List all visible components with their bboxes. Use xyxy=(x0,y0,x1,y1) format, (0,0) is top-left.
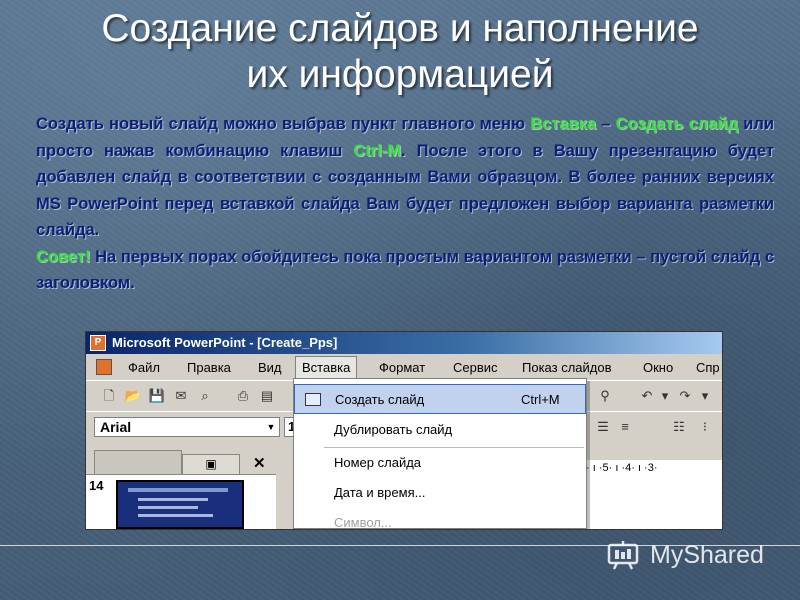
undo-dropdown-icon[interactable]: ▾ xyxy=(656,388,674,404)
tab-slides[interactable]: ▣ xyxy=(182,454,240,474)
redo-dropdown-icon[interactable]: ▾ xyxy=(696,388,714,404)
watermark-text: MyShared xyxy=(650,541,764,569)
menu-item-duplicate-slide[interactable]: Дублировать слайд xyxy=(294,415,586,445)
body-paragraph-1: Создать новый слайд можно выбрав пункт г… xyxy=(36,111,774,244)
powerpoint-app-icon: P xyxy=(90,335,106,351)
undo-icon[interactable]: ↶ xyxy=(638,388,656,404)
menu-item-label: Дата и время... xyxy=(334,485,426,500)
window-title: Microsoft PowerPoint - [Create_Pps] xyxy=(112,335,338,350)
ruler-ticks: · ı ·5· ı ·4· ı ·3· xyxy=(586,462,658,474)
new-file-icon[interactable]: 🗋 xyxy=(100,388,118,404)
slide-number: 14 xyxy=(89,478,104,493)
slide-thumbnail[interactable] xyxy=(116,480,244,529)
open-folder-icon[interactable]: 📂 xyxy=(124,388,142,404)
close-icon[interactable]: ✕ xyxy=(253,454,266,472)
menu-item-slide-number[interactable]: Номер слайда xyxy=(294,448,586,478)
thumbnail-line xyxy=(138,506,198,509)
menu-item-date-time[interactable]: Дата и время... xyxy=(294,478,586,508)
outline-slides-pane: ▣ ✕ 14 xyxy=(86,442,276,529)
font-name-select[interactable]: Arial ▼ xyxy=(94,417,280,437)
menu-edit[interactable]: Правка xyxy=(187,360,231,375)
insert-menu-dropdown: Создать слайд Ctrl+M Дублировать слайд Н… xyxy=(293,378,587,529)
search-icon[interactable]: ⌕ xyxy=(196,388,214,404)
menu-view[interactable]: Вид xyxy=(258,360,282,375)
tip-label: Совет! xyxy=(36,247,91,266)
align-right-icon[interactable]: ≡ xyxy=(616,419,634,435)
print-icon[interactable]: ⎙ xyxy=(234,388,252,404)
menu-item-label: Создать слайд xyxy=(335,392,425,407)
redo-icon[interactable]: ↷ xyxy=(676,388,694,404)
new-slide-icon xyxy=(305,393,321,406)
menu-item-label: Символ... xyxy=(334,515,392,530)
document-icon[interactable] xyxy=(96,359,112,375)
slide-title-line1: Создание слайдов и наполнение xyxy=(101,7,699,50)
menu-path-insert: Вставка xyxy=(530,115,597,133)
menu-item-label: Дублировать слайд xyxy=(334,422,453,437)
bulleted-list-icon[interactable]: ⁝ xyxy=(696,419,714,435)
window-titlebar: P Microsoft PowerPoint - [Create_Pps] xyxy=(86,332,722,354)
email-icon[interactable]: ✉ xyxy=(172,388,190,404)
slide-body: Создать новый слайд можно выбрав пункт г… xyxy=(36,111,774,297)
menu-item-shortcut: Ctrl+M xyxy=(521,392,560,407)
myshared-watermark: MyShared xyxy=(606,535,786,575)
shortcut-ctrl-m: Ctrl-M xyxy=(353,141,402,160)
menu-item-new-slide[interactable]: Создать слайд Ctrl+M xyxy=(294,384,586,414)
myshared-logo-icon xyxy=(607,541,639,570)
menu-help[interactable]: Спр xyxy=(696,360,720,375)
format-painter-icon[interactable]: ⚲ xyxy=(596,388,614,404)
menu-path-new-slide: Создать слайд xyxy=(615,115,739,133)
menu-format[interactable]: Формат xyxy=(379,360,425,375)
tab-outline[interactable] xyxy=(94,450,182,474)
slide-title-line2: их информацией xyxy=(246,53,554,96)
body-text: – xyxy=(596,115,616,133)
preview-icon[interactable]: ▤ xyxy=(258,388,276,404)
chevron-down-icon[interactable]: ▼ xyxy=(265,420,277,434)
body-paragraph-2: Совет! На первых порах обойдитесь пока п… xyxy=(36,244,774,297)
save-icon[interactable]: 💾 xyxy=(148,388,166,404)
thumbnail-title-bar xyxy=(128,488,228,492)
menu-file[interactable]: Файл xyxy=(128,360,160,375)
slide-canvas[interactable] xyxy=(586,476,722,529)
powerpoint-screenshot: P Microsoft PowerPoint - [Create_Pps] Фа… xyxy=(85,331,723,530)
numbered-list-icon[interactable]: ☷ xyxy=(670,419,688,435)
menu-slideshow[interactable]: Показ слайдов xyxy=(522,360,612,375)
tip-text: На первых порах обойдитесь пока простым … xyxy=(36,247,774,293)
thumbnail-line xyxy=(138,514,213,517)
slide-title: Создание слайдов и наполнение их информа… xyxy=(0,6,800,98)
thumbnail-line xyxy=(138,498,208,501)
menu-insert[interactable]: Вставка xyxy=(295,356,358,379)
menu-item-label: Номер слайда xyxy=(334,455,422,470)
menu-bar: Файл Правка Вид Вставка Формат Сервис По… xyxy=(86,354,722,380)
align-center-icon[interactable]: ☰ xyxy=(594,419,612,435)
horizontal-ruler: · ı ·5· ı ·4· ı ·3· xyxy=(586,460,722,476)
menu-window[interactable]: Окно xyxy=(643,360,673,375)
body-text: Создать новый слайд можно выбрав пункт г… xyxy=(36,115,531,133)
font-name-value: Arial xyxy=(100,419,132,435)
menu-tools[interactable]: Сервис xyxy=(453,360,498,375)
menu-item-symbol[interactable]: Символ... xyxy=(294,508,586,530)
